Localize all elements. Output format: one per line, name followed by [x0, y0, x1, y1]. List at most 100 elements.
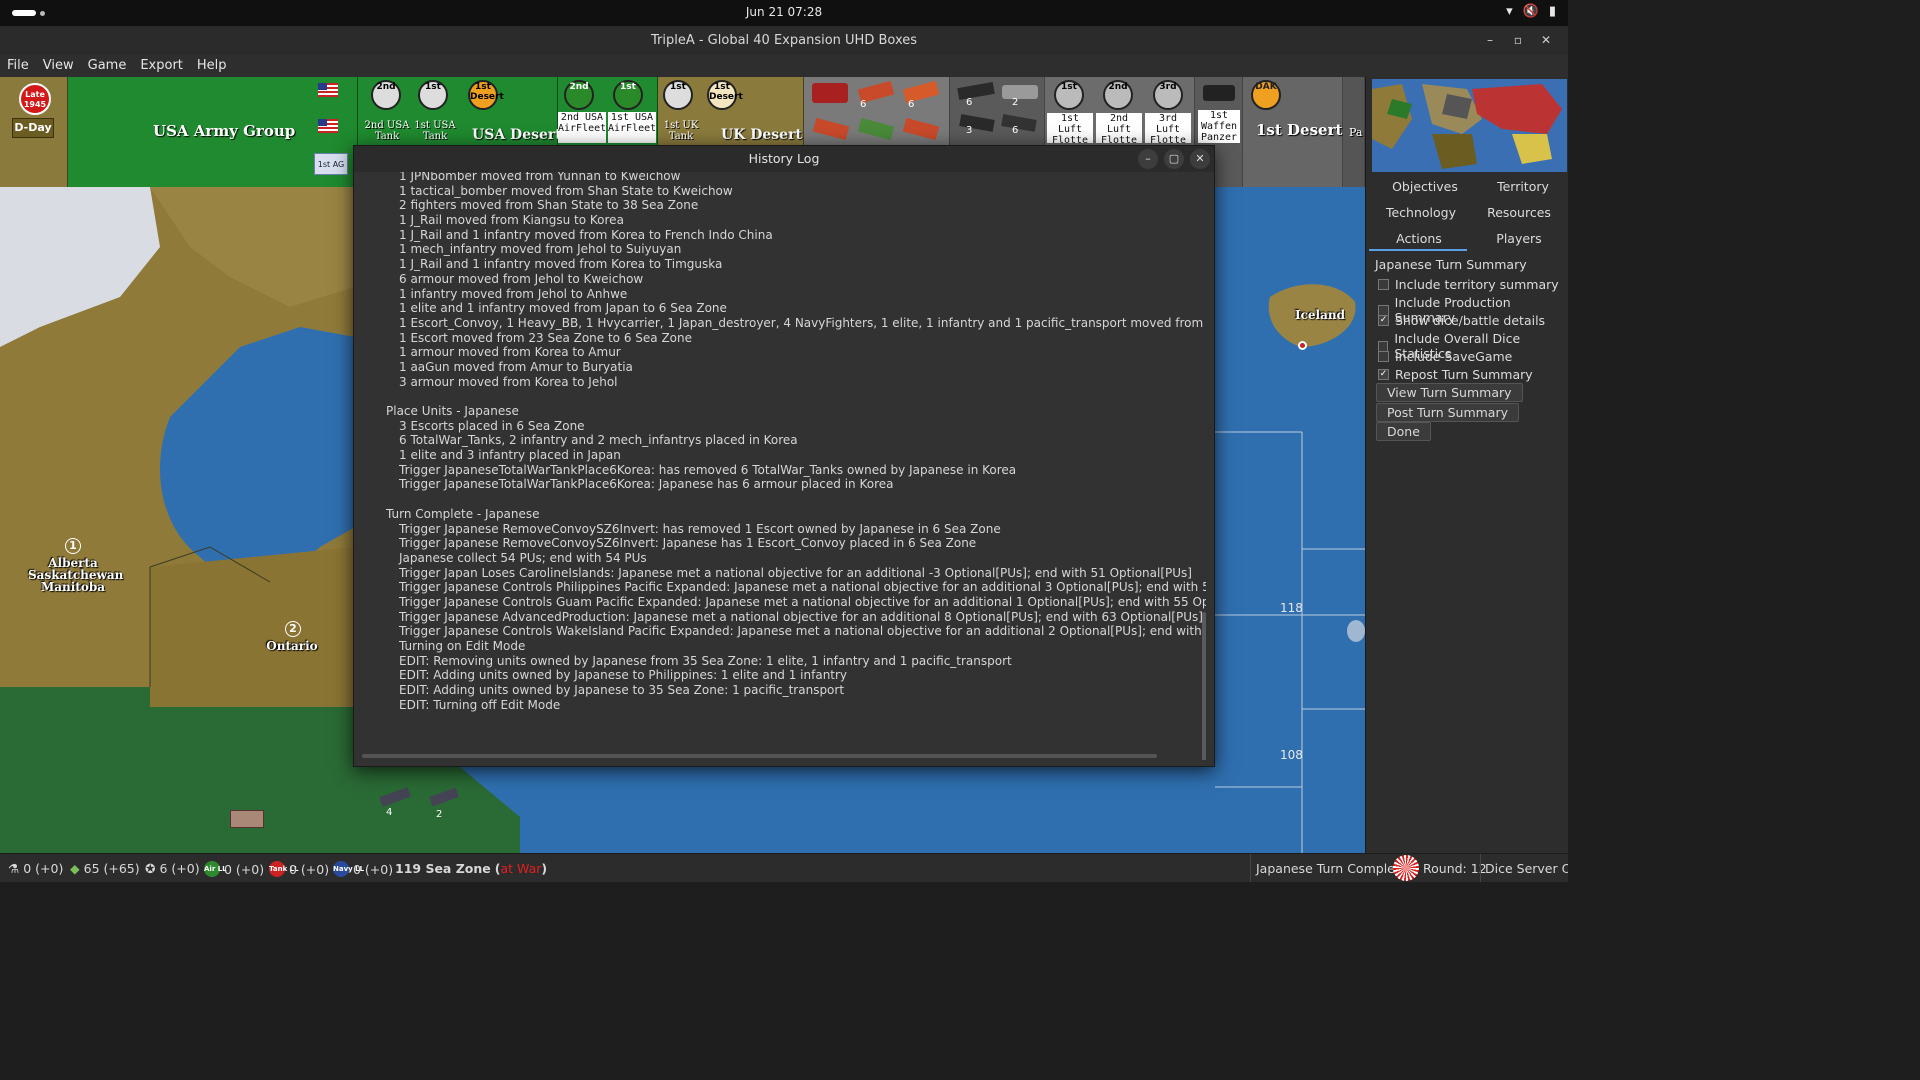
cut-off-card[interactable]: Pa	[1343, 77, 1365, 187]
minimize-icon[interactable]: –	[1476, 30, 1504, 50]
wifi-icon[interactable]: ▾	[1506, 4, 1513, 19]
history-log-title: History Log	[748, 151, 820, 166]
tab-actions[interactable]: Actions	[1370, 231, 1468, 246]
checkmark-icon[interactable]: ✓	[1378, 315, 1389, 326]
pu-icon: ◆	[70, 861, 80, 876]
log-section-header	[386, 389, 1206, 404]
active-tab-indicator	[1369, 249, 1467, 251]
usa-desert-label: USA Desert	[472, 127, 562, 143]
vertical-scrollbar[interactable]	[1202, 612, 1206, 760]
first-desert-card[interactable]: DAK 1st Desert	[1243, 77, 1343, 187]
resource-value: 0 (+0)	[353, 861, 394, 877]
log-entry: 1 J_Rail moved from Kiangsu to Korea	[399, 213, 624, 228]
checkbox-label: Include territory summary	[1395, 277, 1559, 292]
tank-badge-icon: 1st	[418, 80, 448, 110]
log-entry: Trigger JapaneseTotalWarTankPlace6Korea:…	[399, 462, 1017, 477]
log-entry: 6 TotalWar_Tanks, 2 infantry and 2 mech_…	[399, 433, 798, 448]
log-entry: 1 mech_infantry moved from Jehol to Suiy…	[399, 242, 682, 257]
close-icon[interactable]: ✕	[1532, 30, 1560, 50]
tab-territory[interactable]: Territory	[1474, 179, 1568, 194]
luft-3rd-label: 3rd Luft Flotte	[1145, 113, 1191, 146]
resource-vps: ✪ 6 (+0)	[145, 861, 200, 876]
tank-badge-icon: 1st	[663, 80, 693, 110]
territory-label[interactable]: Iceland	[1295, 309, 1345, 321]
hovered-territory: 119 Sea Zone (at War)	[395, 861, 547, 876]
system-clock[interactable]: Jun 21 07:28	[0, 5, 1568, 19]
checkbox-icon[interactable]	[1378, 279, 1389, 290]
resource-value: 6 (+0)	[159, 861, 200, 876]
history-log-text-area[interactable]: 1 JPNbomber moved from Yunnan to Kweicho…	[358, 172, 1208, 760]
log-entry: EDIT: Adding units owned by Japanese to …	[399, 668, 848, 683]
checkbox-repost-turn-summary[interactable]: ✓ Repost Turn Summary	[1378, 367, 1533, 382]
war-status: at War	[500, 861, 542, 876]
paren-close: )	[541, 861, 548, 876]
tab-objectives[interactable]: Objectives	[1376, 179, 1474, 194]
unit-count: 6	[1012, 125, 1019, 136]
log-entry: 3 Escorts placed in 6 Sea Zone	[399, 418, 585, 433]
menu-view[interactable]: View	[36, 55, 81, 77]
window-title: TripleA - Global 40 Expansion UHD Boxes	[650, 33, 918, 48]
dday-panel[interactable]: Late 1945 D-Day	[0, 77, 68, 187]
usa-airfleet-2nd-label: 2nd USA AirFleet	[558, 112, 606, 143]
done-button[interactable]: Done	[1376, 422, 1431, 441]
territory-label[interactable]: Ontario	[262, 640, 322, 652]
late-1945-badge: Late 1945	[19, 83, 51, 115]
factory-icon	[230, 810, 264, 828]
checkbox-territory-summary[interactable]: Include territory summary	[1378, 277, 1559, 292]
separator	[1480, 854, 1481, 882]
maximize-icon[interactable]: ▢	[1164, 149, 1184, 169]
menu-file[interactable]: File	[0, 55, 36, 77]
checkmark-icon[interactable]: ✓	[1378, 369, 1389, 380]
unit-count: 6	[908, 99, 915, 110]
ship-icon[interactable]	[1347, 620, 1365, 642]
territory-label[interactable]: Alberta Saskatchewan Manitoba	[28, 557, 123, 593]
checkbox-savegame[interactable]: Include SaveGame	[1378, 349, 1512, 364]
tab-players[interactable]: Players	[1470, 231, 1568, 246]
territory-name: 119 Sea Zone	[395, 861, 491, 876]
checkbox-dice-battle-details[interactable]: ✓ Show dice/battle details	[1378, 313, 1545, 328]
view-turn-summary-button[interactable]: View Turn Summary	[1376, 383, 1523, 402]
window-title-bar[interactable]: TripleA - Global 40 Expansion UHD Boxes …	[0, 26, 1568, 55]
sea-zone-number: 108	[1280, 748, 1303, 762]
luft-2nd-label: 2nd Luft Flotte	[1096, 113, 1142, 146]
system-tray[interactable]: ▾ 🔇 ▮	[1506, 4, 1556, 19]
volume-muted-icon[interactable]: 🔇	[1523, 4, 1539, 19]
resource-techtokens: ⚗ 0 (+0)	[8, 861, 63, 876]
menu-game[interactable]: Game	[81, 55, 134, 77]
separator	[1250, 854, 1251, 882]
luft-badge-icon: 2nd	[1103, 80, 1133, 110]
log-entry: Trigger Japanese RemoveConvoySZ6Invert: …	[399, 536, 977, 551]
plane-icon	[957, 81, 995, 101]
history-log-title-bar[interactable]: History Log	[354, 146, 1214, 172]
horizontal-scrollbar[interactable]	[362, 754, 1157, 758]
checkbox-label: Repost Turn Summary	[1395, 367, 1533, 382]
log-entry: 1 tactical_bomber moved from Shan State …	[399, 183, 733, 198]
airfleet-badge-icon: 1st	[613, 80, 643, 110]
system-top-bar: Jun 21 07:28 ▾ 🔇 ▮	[0, 0, 1568, 26]
post-turn-summary-button[interactable]: Post Turn Summary	[1376, 403, 1520, 422]
log-entry: 1 elite and 1 infantry moved from Japan …	[399, 301, 727, 316]
close-icon[interactable]: ✕	[1190, 149, 1210, 169]
minimize-icon[interactable]: –	[1138, 149, 1158, 169]
minimap[interactable]	[1372, 79, 1567, 172]
menu-help[interactable]: Help	[190, 55, 234, 77]
tab-resources[interactable]: Resources	[1470, 205, 1568, 220]
vp-icon: ✪	[145, 861, 156, 876]
checkbox-icon[interactable]	[1378, 351, 1389, 362]
log-entry: 2 fighters moved from Shan State to 38 S…	[399, 198, 699, 213]
tab-technology[interactable]: Technology	[1372, 205, 1470, 220]
maximize-icon[interactable]: ▫	[1504, 30, 1532, 50]
tank-lendlease-icon: Tank LL	[269, 861, 299, 877]
battery-icon[interactable]: ▮	[1549, 4, 1556, 19]
log-entry: 1 J_Rail and 1 infantry moved from Korea…	[399, 257, 723, 272]
log-entry: Trigger Japanese Controls WakeIsland Pac…	[399, 624, 1206, 639]
resource-air-lendlease: Air LL 0 (+0)	[204, 861, 264, 877]
log-entry: 1 J_Rail and 1 infantry moved from Korea…	[399, 227, 773, 242]
log-entry: 1 Escort moved from 23 Sea Zone to 6 Sea…	[399, 330, 693, 345]
log-entry: 1 JPNbomber moved from Yunnan to Kweicho…	[399, 172, 681, 183]
log-section-header	[386, 492, 1206, 507]
uk-desert-label: UK Desert	[721, 127, 802, 143]
menu-export[interactable]: Export	[133, 55, 190, 77]
usa-army-group-card[interactable]: USA Army Group 1st AG	[68, 77, 358, 187]
dice-server-status: Dice Server On	[1485, 861, 1568, 876]
